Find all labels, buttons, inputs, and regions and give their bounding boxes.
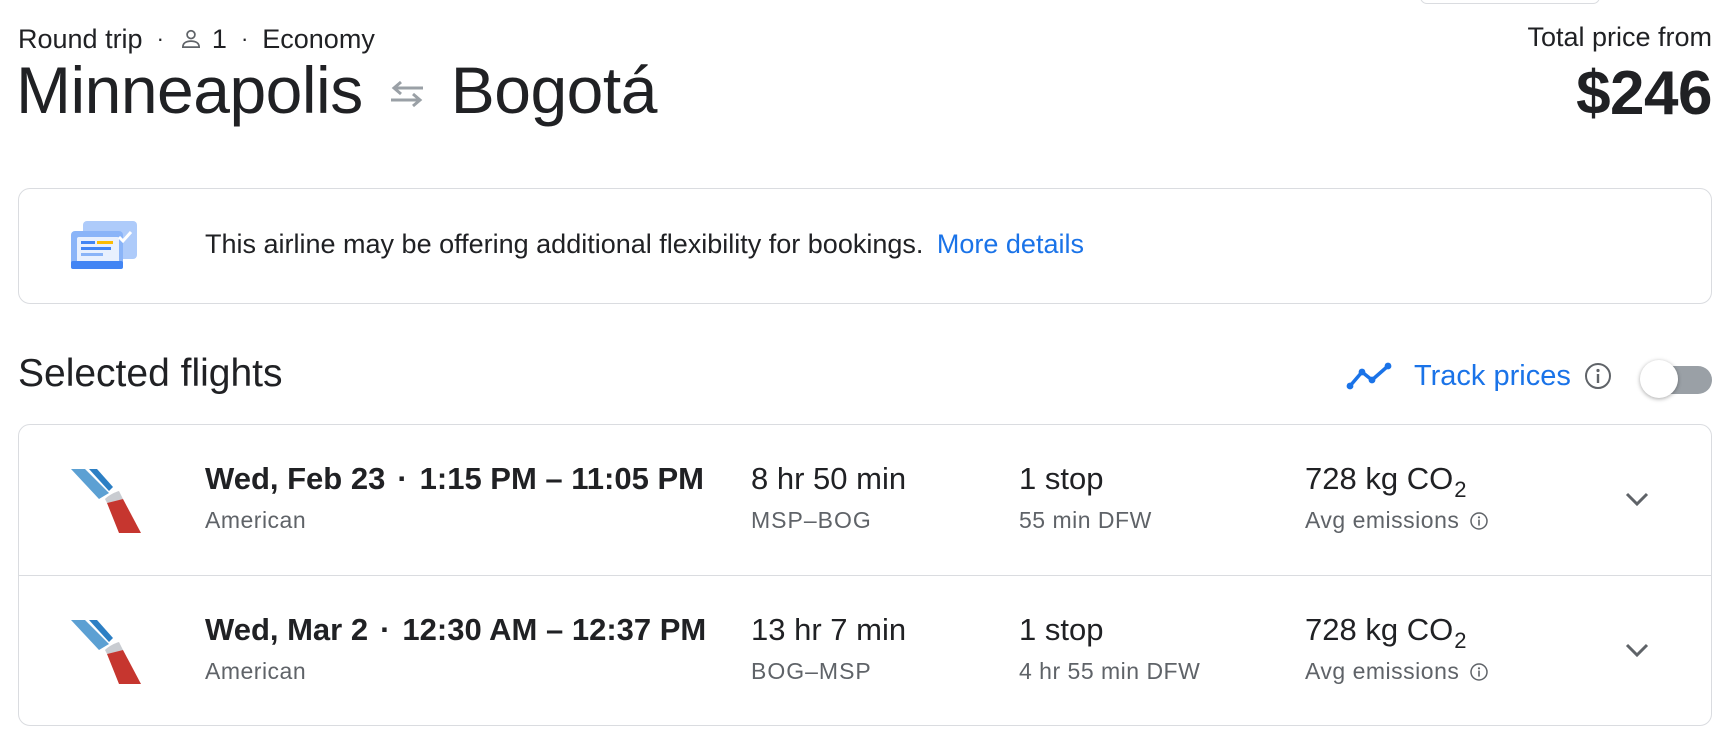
american-airlines-logo-icon xyxy=(71,469,141,533)
emissions-text: Avg emissions xyxy=(1305,658,1460,684)
person-icon xyxy=(181,29,200,48)
route-title: Minneapolis Bogotá xyxy=(16,52,657,128)
separator-dot: · xyxy=(380,612,391,647)
separator-dot: · xyxy=(156,26,164,51)
flight-row[interactable]: Wed, Mar 2 · 12:30 AM – 12:37 PM American … xyxy=(19,575,1711,725)
chevron-down-icon[interactable] xyxy=(1619,632,1655,668)
info-icon[interactable] xyxy=(1469,662,1489,682)
layover-info: 4 hr 55 min DFW xyxy=(1019,658,1201,684)
separator-dot: · xyxy=(397,461,408,496)
flight-date: Wed, Mar 2 xyxy=(205,612,369,647)
flight-duration: 13 hr 7 min xyxy=(751,612,907,647)
airline-name: American xyxy=(205,507,307,533)
selected-flights-list: Wed, Feb 23 · 1:15 PM – 11:05 PM American … xyxy=(18,424,1712,726)
airport-codes: BOG–MSP xyxy=(751,658,872,684)
swap-arrows-icon xyxy=(390,80,423,108)
trend-line-icon xyxy=(1346,362,1392,390)
flight-time-range: 1:15 PM – 11:05 PM xyxy=(419,461,704,496)
flexibility-banner: This airline may be offering additional … xyxy=(18,188,1712,304)
flight-times: Wed, Feb 23 · 1:15 PM – 11:05 PM xyxy=(205,461,704,497)
ticket-check-icon xyxy=(71,221,137,269)
chevron-down-icon[interactable] xyxy=(1619,481,1655,517)
trip-meta: Round trip · 1 · Economy xyxy=(18,22,375,56)
separator-dot: · xyxy=(240,26,249,51)
destination-city: Bogotá xyxy=(450,53,658,127)
track-prices-label[interactable]: Track prices xyxy=(1414,360,1571,393)
emissions-text: Avg emissions xyxy=(1305,507,1460,533)
emissions-label: Avg emissions xyxy=(1305,507,1489,534)
flight-row[interactable]: Wed, Feb 23 · 1:15 PM – 11:05 PM American … xyxy=(19,425,1711,575)
banner-text: This airline may be offering additional … xyxy=(205,229,924,259)
toggle-knob xyxy=(1640,360,1678,398)
co2-amount: 728 kg CO xyxy=(1305,461,1454,496)
more-details-link[interactable]: More details xyxy=(937,229,1084,259)
track-prices-toggle[interactable] xyxy=(1640,358,1714,398)
origin-city: Minneapolis xyxy=(16,53,363,127)
track-prices[interactable]: Track prices xyxy=(1346,354,1613,398)
co2-value: 728 kg CO2 xyxy=(1305,461,1466,502)
passenger-count[interactable]: 1 xyxy=(212,24,227,55)
american-airlines-logo-icon xyxy=(71,620,141,684)
top-edge-decoration xyxy=(1420,0,1600,4)
airline-name: American xyxy=(205,658,307,684)
total-price: $246 xyxy=(1576,59,1712,128)
trip-type[interactable]: Round trip xyxy=(18,24,143,55)
flight-date: Wed, Feb 23 xyxy=(205,461,386,496)
price-label: Total price from xyxy=(1527,22,1712,52)
info-icon[interactable] xyxy=(1583,361,1613,391)
banner-message: This airline may be offering additional … xyxy=(205,229,1084,260)
co2-subscript: 2 xyxy=(1454,628,1467,653)
flight-duration: 8 hr 50 min xyxy=(751,461,907,496)
stop-count: 1 stop xyxy=(1019,461,1104,496)
selected-flights-heading: Selected flights xyxy=(18,352,283,395)
layover-info: 55 min DFW xyxy=(1019,507,1152,533)
co2-amount: 728 kg CO xyxy=(1305,612,1454,647)
info-icon[interactable] xyxy=(1469,511,1489,531)
flight-time-range: 12:30 AM – 12:37 PM xyxy=(402,612,707,647)
emissions-label: Avg emissions xyxy=(1305,658,1489,685)
airport-codes: MSP–BOG xyxy=(751,507,872,533)
stop-count: 1 stop xyxy=(1019,612,1104,647)
cabin-class[interactable]: Economy xyxy=(262,24,375,55)
flight-times: Wed, Mar 2 · 12:30 AM – 12:37 PM xyxy=(205,612,706,648)
co2-subscript: 2 xyxy=(1454,477,1467,502)
co2-value: 728 kg CO2 xyxy=(1305,612,1466,653)
